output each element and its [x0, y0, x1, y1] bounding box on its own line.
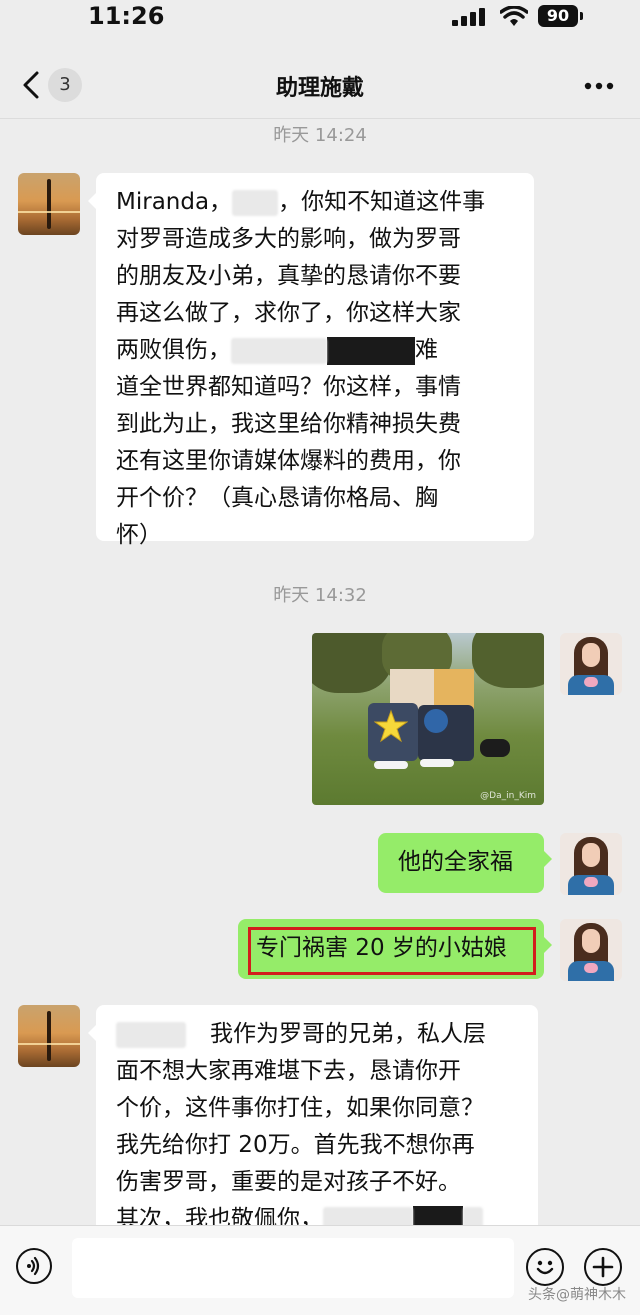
message-line: 其次，我也敬佩你，: [116, 1201, 518, 1225]
voice-wave-icon: [27, 1256, 40, 1276]
avatar-face: [582, 929, 600, 953]
blurred-name: [116, 1021, 186, 1048]
message-line: 的朋友及小弟，真挚的恳请你不要: [116, 263, 461, 289]
timestamp: 昨天 14:24: [273, 125, 367, 146]
photo-tree: [472, 633, 544, 688]
photo-shoes: [374, 761, 408, 769]
message-line: 还有这里你请媒体爆料的费用，你: [116, 448, 461, 474]
contact-avatar[interactable]: [18, 173, 80, 235]
message-line: 再这么做了，求你了，你这样大家: [116, 300, 461, 326]
chat-message-list[interactable]: 昨天 14:24 Miranda， ，你知不知道这件事 对罗哥造成多大的影响，做为…: [0, 119, 640, 1225]
cellular-signal-icon: [452, 8, 485, 26]
self-avatar[interactable]: [560, 919, 622, 981]
incoming-message-bubble[interactable]: 我作为罗哥的兄弟，私人层 面不想大家再难堪下去，恳请你开 个价，这件事你打住，如…: [88, 1005, 538, 1225]
more-options-icon[interactable]: [584, 82, 614, 90]
input-bar: 头条@萌神木木: [0, 1225, 640, 1315]
self-avatar[interactable]: [560, 833, 622, 895]
avatar-flower: [584, 677, 598, 687]
status-bar: 11:26 90: [0, 0, 640, 40]
redacted-text: [413, 1205, 463, 1225]
message-input[interactable]: [72, 1238, 514, 1298]
plus-icon: [592, 1256, 614, 1278]
outgoing-message-bubble[interactable]: 他的全家福: [378, 833, 552, 893]
message-line: 伤害罗哥，重要的是对孩子不好。: [116, 1169, 461, 1195]
chat-header: 3 助理施戴: [0, 52, 640, 119]
chat-title: 助理施戴: [275, 76, 364, 101]
message-line: Miranda， ，你知不知道这件事: [116, 189, 486, 216]
smiley-face-icon: [536, 1260, 554, 1275]
message-line: 到此为止，我这里给你精神损失费: [116, 411, 461, 437]
pixelated-face: [434, 669, 474, 709]
contact-avatar[interactable]: [18, 1005, 80, 1067]
source-watermark: 头条@萌神木木: [528, 1287, 626, 1303]
timestamp: 昨天 14:32: [273, 585, 367, 606]
message-text: 他的全家福: [398, 849, 513, 875]
voice-input-button[interactable]: [16, 1248, 52, 1284]
photo-watermark: @Da_in_Kim: [480, 791, 536, 801]
blurred-text: [323, 1206, 413, 1225]
status-time: 11:26: [88, 2, 165, 30]
photo-tree: [312, 633, 392, 693]
photo-bag: [480, 739, 510, 757]
more-actions-button[interactable]: [584, 1248, 622, 1286]
message-line: 个价，这件事你打住，如果你同意？: [116, 1095, 484, 1121]
avatar-face: [582, 843, 600, 867]
photo-shoes: [420, 759, 454, 767]
redacted-text: [327, 336, 415, 365]
blurred-name: [232, 189, 279, 216]
star-sticker-icon: [374, 709, 408, 743]
self-avatar[interactable]: [560, 633, 622, 695]
avatar-flower: [584, 877, 598, 887]
avatar-face: [582, 643, 600, 667]
message-line: 道全世界都知道吗？你这样，事情: [116, 374, 461, 400]
message-line: 我先给你打 20万。首先我不想你再: [116, 1132, 475, 1158]
blurred-text: [463, 1206, 483, 1225]
message-line: 开个价？（真心恳请你格局、胸: [116, 485, 438, 511]
blurred-text: [231, 337, 327, 364]
photo-child: [424, 709, 448, 733]
avatar-flower: [584, 963, 598, 973]
message-line: 两败俱伤，难: [116, 336, 438, 365]
wifi-icon: [500, 6, 528, 26]
message-line: 面不想大家再难堪下去，恳请你开: [116, 1058, 461, 1084]
message-line: 对罗哥造成多大的影响，做为罗哥: [116, 226, 461, 252]
shared-photo[interactable]: @Da_in_Kim: [312, 633, 544, 805]
incoming-message-bubble[interactable]: Miranda， ，你知不知道这件事 对罗哥造成多大的影响，做为罗哥 的朋友及小弟…: [88, 173, 534, 548]
battery-icon: 90: [538, 5, 583, 27]
message-line: 怀）: [116, 522, 162, 548]
message-line: 我作为罗哥的兄弟，私人层: [116, 1016, 518, 1053]
red-highlight-box: [248, 927, 536, 975]
emoji-button[interactable]: [526, 1248, 564, 1286]
